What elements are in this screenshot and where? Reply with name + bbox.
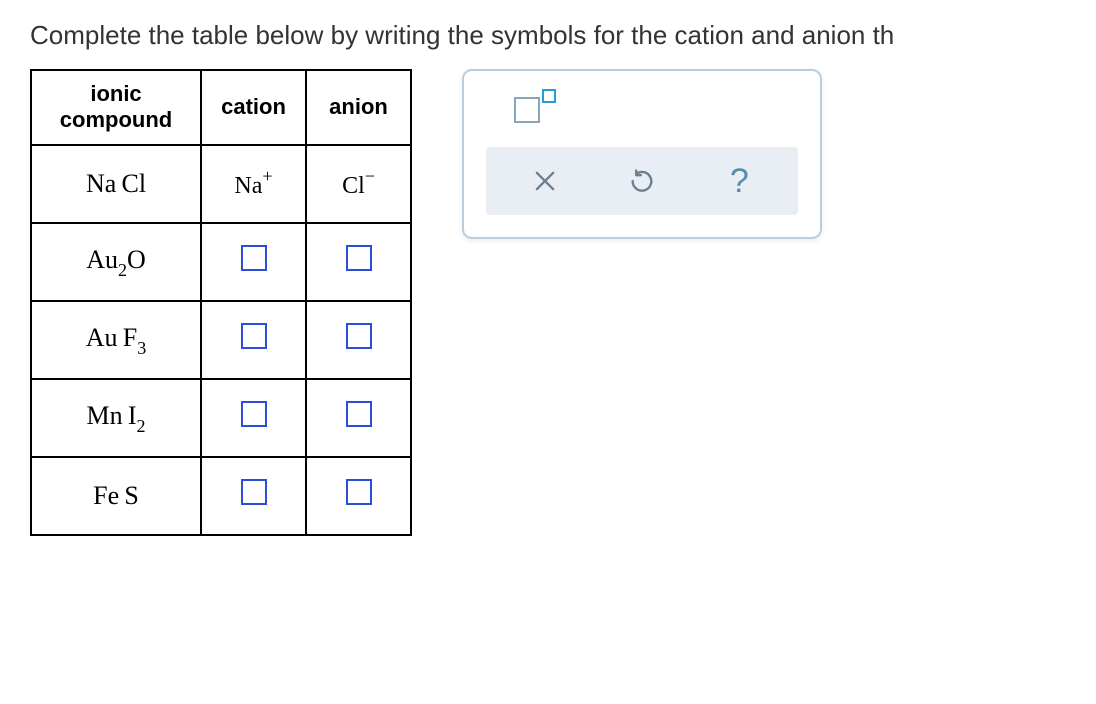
close-icon	[531, 167, 559, 195]
template-base-box	[514, 97, 540, 123]
anion-cell[interactable]	[306, 379, 411, 457]
compound-cell: Na Cl	[31, 145, 201, 223]
header-anion: anion	[306, 70, 411, 145]
header-cation: cation	[201, 70, 306, 145]
anion-cell[interactable]	[306, 223, 411, 301]
ionic-compound-table: ionic compound cation anion Na ClNa+Cl−A…	[30, 69, 412, 536]
table-row: Na ClNa+Cl−	[31, 145, 411, 223]
help-button[interactable]: ?	[719, 161, 759, 201]
input-box[interactable]	[241, 401, 267, 427]
input-box[interactable]	[346, 479, 372, 505]
tool-panel: ?	[462, 69, 822, 239]
input-box[interactable]	[241, 245, 267, 271]
clear-button[interactable]	[525, 161, 565, 201]
cation-cell[interactable]	[201, 223, 306, 301]
input-box[interactable]	[346, 245, 372, 271]
anion-cell: Cl−	[306, 145, 411, 223]
cation-cell: Na+	[201, 145, 306, 223]
input-box[interactable]	[241, 323, 267, 349]
cation-cell[interactable]	[201, 457, 306, 535]
input-box[interactable]	[241, 479, 267, 505]
template-superscript-box	[542, 89, 556, 103]
anion-cell[interactable]	[306, 457, 411, 535]
table-row: Au2O	[31, 223, 411, 301]
reset-icon	[628, 167, 656, 195]
input-box[interactable]	[346, 323, 372, 349]
compound-cell: Mn I2	[31, 379, 201, 457]
table-row: Fe S	[31, 457, 411, 535]
table-row: Au F3	[31, 301, 411, 379]
instruction-text: Complete the table below by writing the …	[30, 20, 1066, 51]
compound-cell: Au F3	[31, 301, 201, 379]
table-row: Mn I2	[31, 379, 411, 457]
help-icon: ?	[730, 162, 749, 201]
anion-cell[interactable]	[306, 301, 411, 379]
compound-cell: Au2O	[31, 223, 201, 301]
header-compound: ionic compound	[31, 70, 201, 145]
superscript-template-button[interactable]	[514, 89, 798, 123]
reset-button[interactable]	[622, 161, 662, 201]
cation-cell[interactable]	[201, 379, 306, 457]
compound-cell: Fe S	[31, 457, 201, 535]
input-box[interactable]	[346, 401, 372, 427]
cation-cell[interactable]	[201, 301, 306, 379]
